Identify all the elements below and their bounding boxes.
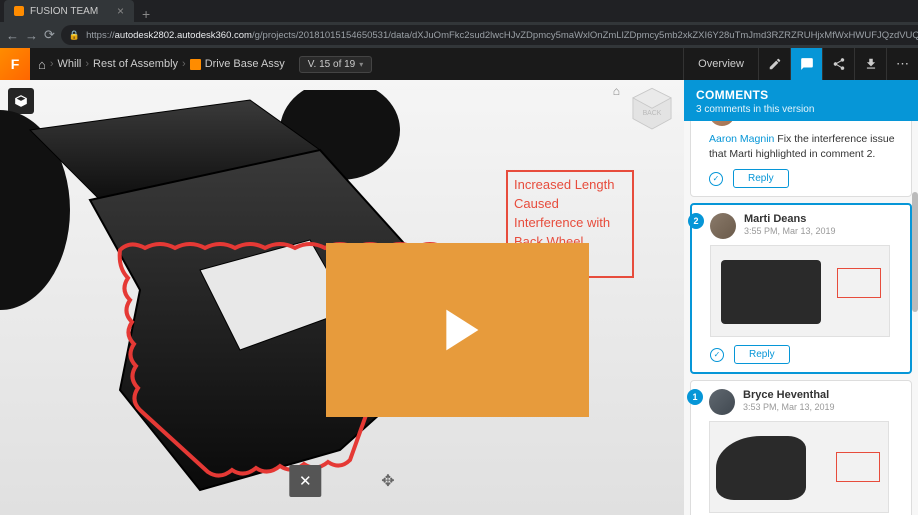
comment-author: Bryce Heventhal: [743, 389, 835, 401]
url-text: https://autodesk2802.autodesk360.com/g/p…: [86, 30, 918, 41]
comment-timestamp: 3:55 PM, Mar 13, 2019: [744, 226, 836, 236]
avatar: [710, 213, 736, 239]
breadcrumb-item[interactable]: Rest of Assembly: [93, 58, 178, 70]
orbit-icon[interactable]: ✥: [381, 471, 394, 491]
thread-number-badge: 1: [687, 389, 703, 405]
comments-panel: COMMENTS 3 comments in this version Aaro…: [684, 80, 918, 515]
chevron-down-icon: ▾: [359, 60, 363, 69]
version-label: V. 15 of 19: [308, 59, 355, 70]
comment-thread[interactable]: 2 Marti Deans 3:55 PM, Mar 13, 2019 ✓ Re…: [690, 203, 912, 374]
comment-thread[interactable]: Aaron Magnin Fix the interference issue …: [690, 121, 912, 197]
comment-author: Marti Deans: [744, 213, 836, 225]
download-button[interactable]: [854, 48, 886, 80]
share-button[interactable]: [822, 48, 854, 80]
lock-icon: 🔒: [69, 30, 80, 41]
viewport-bottom-tools: ✕ ✥: [289, 465, 394, 497]
viewport-3d[interactable]: ⌂ BACK: [0, 80, 684, 515]
app-toolbar: F ⌂ › Whill › Rest of Assembly › Drive B…: [0, 48, 918, 80]
home-icon[interactable]: ⌂: [38, 57, 46, 72]
video-play-overlay[interactable]: [326, 243, 589, 417]
breadcrumb: ⌂ › Whill › Rest of Assembly › Drive Bas…: [30, 56, 380, 73]
tab-close-icon[interactable]: ×: [117, 4, 124, 18]
version-dropdown[interactable]: V. 15 of 19 ▾: [299, 56, 372, 73]
breadcrumb-separator: ›: [85, 58, 89, 70]
tab-favicon: [14, 6, 24, 16]
avatar: [709, 389, 735, 415]
reply-button[interactable]: Reply: [733, 169, 789, 188]
breadcrumb-separator: ›: [182, 58, 186, 70]
content-area: ⌂ BACK: [0, 80, 918, 515]
reload-button[interactable]: ⟳: [44, 27, 55, 43]
panel-title: COMMENTS: [696, 88, 906, 102]
overview-button[interactable]: Overview: [683, 48, 758, 80]
toolbar-right: Overview ⋯: [683, 48, 918, 80]
mention: Aaron Magnin: [709, 133, 774, 145]
viewcube-home-icon[interactable]: ⌂: [613, 84, 620, 98]
svg-text:BACK: BACK: [643, 110, 662, 117]
more-menu-button[interactable]: ⋯: [886, 48, 918, 80]
comment-body: Aaron Magnin Fix the interference issue …: [709, 132, 903, 161]
breadcrumb-item[interactable]: Drive Base Assy: [190, 58, 285, 70]
thread-list[interactable]: Aaron Magnin Fix the interference issue …: [684, 121, 918, 515]
comment-thread[interactable]: 1 Bryce Heventhal 3:53 PM, Mar 13, 2019 …: [690, 380, 912, 515]
tab-title: FUSION TEAM: [30, 6, 98, 17]
browser-tab[interactable]: FUSION TEAM ×: [4, 0, 134, 22]
comment-timestamp: 3:53 PM, Mar 13, 2019: [743, 402, 835, 412]
avatar: [709, 121, 735, 126]
reply-button[interactable]: Reply: [734, 345, 790, 364]
resolve-icon[interactable]: ✓: [710, 348, 724, 362]
comments-button[interactable]: [790, 48, 822, 80]
viewcube[interactable]: BACK: [626, 84, 678, 136]
comments-panel-header: COMMENTS 3 comments in this version: [684, 80, 918, 121]
browser-tab-strip: FUSION TEAM × +: [0, 0, 918, 22]
address-bar[interactable]: 🔒 https://autodesk2802.autodesk360.com/g…: [61, 25, 918, 45]
breadcrumb-separator: ›: [50, 58, 54, 70]
close-markup-button[interactable]: ✕: [289, 465, 321, 497]
browser-toolbar: ← → ⟳ 🔒 https://autodesk2802.autodesk360…: [0, 22, 918, 48]
forward-button[interactable]: →: [25, 28, 38, 43]
thread-number-badge: 2: [688, 213, 704, 229]
resolve-icon[interactable]: ✓: [709, 172, 723, 186]
assembly-icon: [190, 59, 201, 70]
panel-subtitle: 3 comments in this version: [696, 104, 906, 115]
fusion-logo[interactable]: F: [0, 48, 30, 80]
new-tab-button[interactable]: +: [134, 6, 158, 22]
scrollbar-thumb[interactable]: [912, 192, 918, 312]
comment-thumbnail[interactable]: [709, 421, 889, 513]
back-button[interactable]: ←: [6, 28, 19, 43]
breadcrumb-item[interactable]: Whill: [58, 58, 82, 70]
edit-button[interactable]: [758, 48, 790, 80]
comment-thumbnail[interactable]: [710, 245, 890, 337]
